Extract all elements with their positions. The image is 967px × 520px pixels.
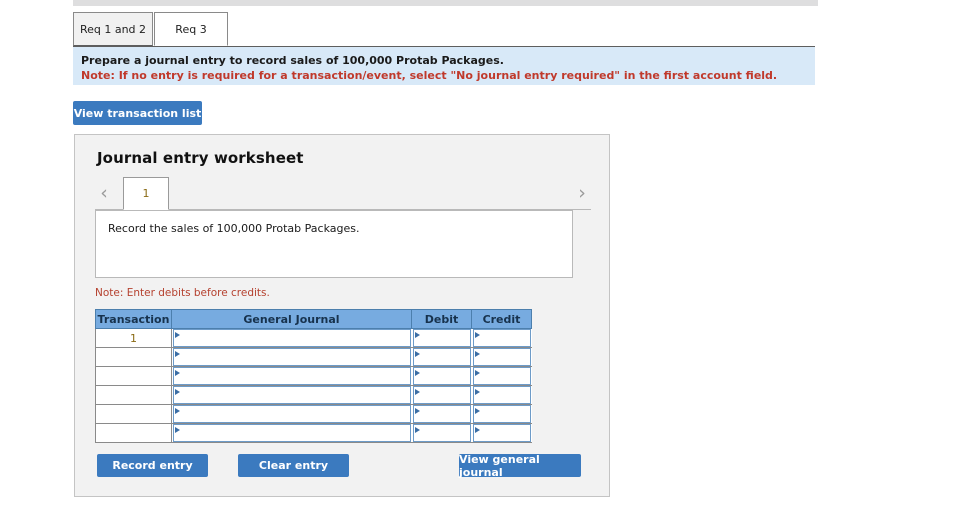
entry-description-box: Record the sales of 100,000 Protab Packa…: [95, 210, 573, 278]
cell-debit: [411, 366, 472, 386]
chevron-right-icon[interactable]: ›: [573, 181, 591, 205]
worksheet-pager: ‹ 1 ›: [95, 177, 591, 210]
credit-input-row-5[interactable]: [472, 405, 531, 423]
top-gray-strip: [73, 0, 818, 6]
credit-input-row-6[interactable]: [472, 424, 531, 442]
instruction-note-text: Note: If no entry is required for a tran…: [81, 69, 778, 82]
cell-debit: [411, 385, 472, 405]
general-journal-input-row-2[interactable]: [173, 348, 411, 366]
cell-transaction-number: [95, 404, 172, 424]
view-general-journal-button[interactable]: View general journal: [459, 453, 581, 479]
cell-general-journal: [171, 366, 412, 386]
column-header-transaction: Transaction: [95, 309, 172, 329]
table-row: [95, 423, 532, 443]
tab-req-1-and-2[interactable]: Req 1 and 2: [73, 12, 153, 46]
cell-credit: [471, 385, 532, 405]
cell-credit: [471, 423, 532, 443]
view-transaction-list-button[interactable]: View transaction list: [73, 101, 202, 125]
credit-input-row-1[interactable]: [472, 329, 531, 347]
tab-req-3[interactable]: Req 3: [154, 12, 228, 46]
journal-entry-table: Transaction General Journal Debit Credit…: [95, 309, 532, 443]
credit-input-row-4[interactable]: [472, 386, 531, 404]
chevron-left-icon[interactable]: ‹: [95, 181, 113, 205]
cell-transaction-number: 1: [95, 328, 172, 348]
table-header-row: Transaction General Journal Debit Credit: [95, 309, 532, 329]
clear-entry-button[interactable]: Clear entry: [238, 454, 349, 477]
cell-transaction-number: [95, 423, 172, 443]
cell-general-journal: [171, 347, 412, 367]
debit-input-row-2[interactable]: [412, 348, 471, 366]
table-row: 1: [95, 328, 532, 348]
cell-debit: [411, 328, 472, 348]
column-header-general-journal: General Journal: [171, 309, 412, 329]
column-header-debit: Debit: [411, 309, 472, 329]
debit-input-row-3[interactable]: [412, 367, 471, 385]
cell-transaction-number: [95, 385, 172, 405]
cell-debit: [411, 423, 472, 443]
table-row: [95, 404, 532, 424]
debit-input-row-1[interactable]: [412, 329, 471, 347]
cell-credit: [471, 328, 532, 348]
cell-transaction-number: [95, 347, 172, 367]
debits-before-credits-note: Note: Enter debits before credits.: [95, 287, 270, 299]
general-journal-input-row-6[interactable]: [173, 424, 411, 442]
cell-general-journal: [171, 385, 412, 405]
credit-input-row-3[interactable]: [472, 367, 531, 385]
worksheet-title: Journal entry worksheet: [97, 149, 304, 167]
cell-general-journal: [171, 328, 412, 348]
column-header-credit: Credit: [471, 309, 532, 329]
cell-credit: [471, 366, 532, 386]
credit-input-row-2[interactable]: [472, 348, 531, 366]
table-row: [95, 347, 532, 367]
debit-input-row-5[interactable]: [412, 405, 471, 423]
general-journal-input-row-3[interactable]: [173, 367, 411, 385]
cell-debit: [411, 404, 472, 424]
table-row: [95, 385, 532, 405]
table-row: [95, 366, 532, 386]
cell-general-journal: [171, 423, 412, 443]
general-journal-input-row-1[interactable]: [173, 329, 411, 347]
general-journal-input-row-5[interactable]: [173, 405, 411, 423]
cell-transaction-number: [95, 366, 172, 386]
cell-debit: [411, 347, 472, 367]
debit-input-row-4[interactable]: [412, 386, 471, 404]
cell-credit: [471, 347, 532, 367]
general-journal-input-row-4[interactable]: [173, 386, 411, 404]
instruction-banner: Prepare a journal entry to record sales …: [73, 47, 815, 85]
record-entry-button[interactable]: Record entry: [97, 454, 208, 477]
entry-description-text: Record the sales of 100,000 Protab Packa…: [108, 222, 360, 235]
worksheet-page-tab-1[interactable]: 1: [123, 177, 169, 210]
tab-bar: Req 1 and 2 Req 3: [73, 12, 815, 47]
cell-general-journal: [171, 404, 412, 424]
journal-entry-worksheet-panel: Journal entry worksheet ‹ 1 › Record the…: [74, 134, 610, 497]
instruction-primary-text: Prepare a journal entry to record sales …: [81, 54, 504, 67]
cell-credit: [471, 404, 532, 424]
debit-input-row-6[interactable]: [412, 424, 471, 442]
